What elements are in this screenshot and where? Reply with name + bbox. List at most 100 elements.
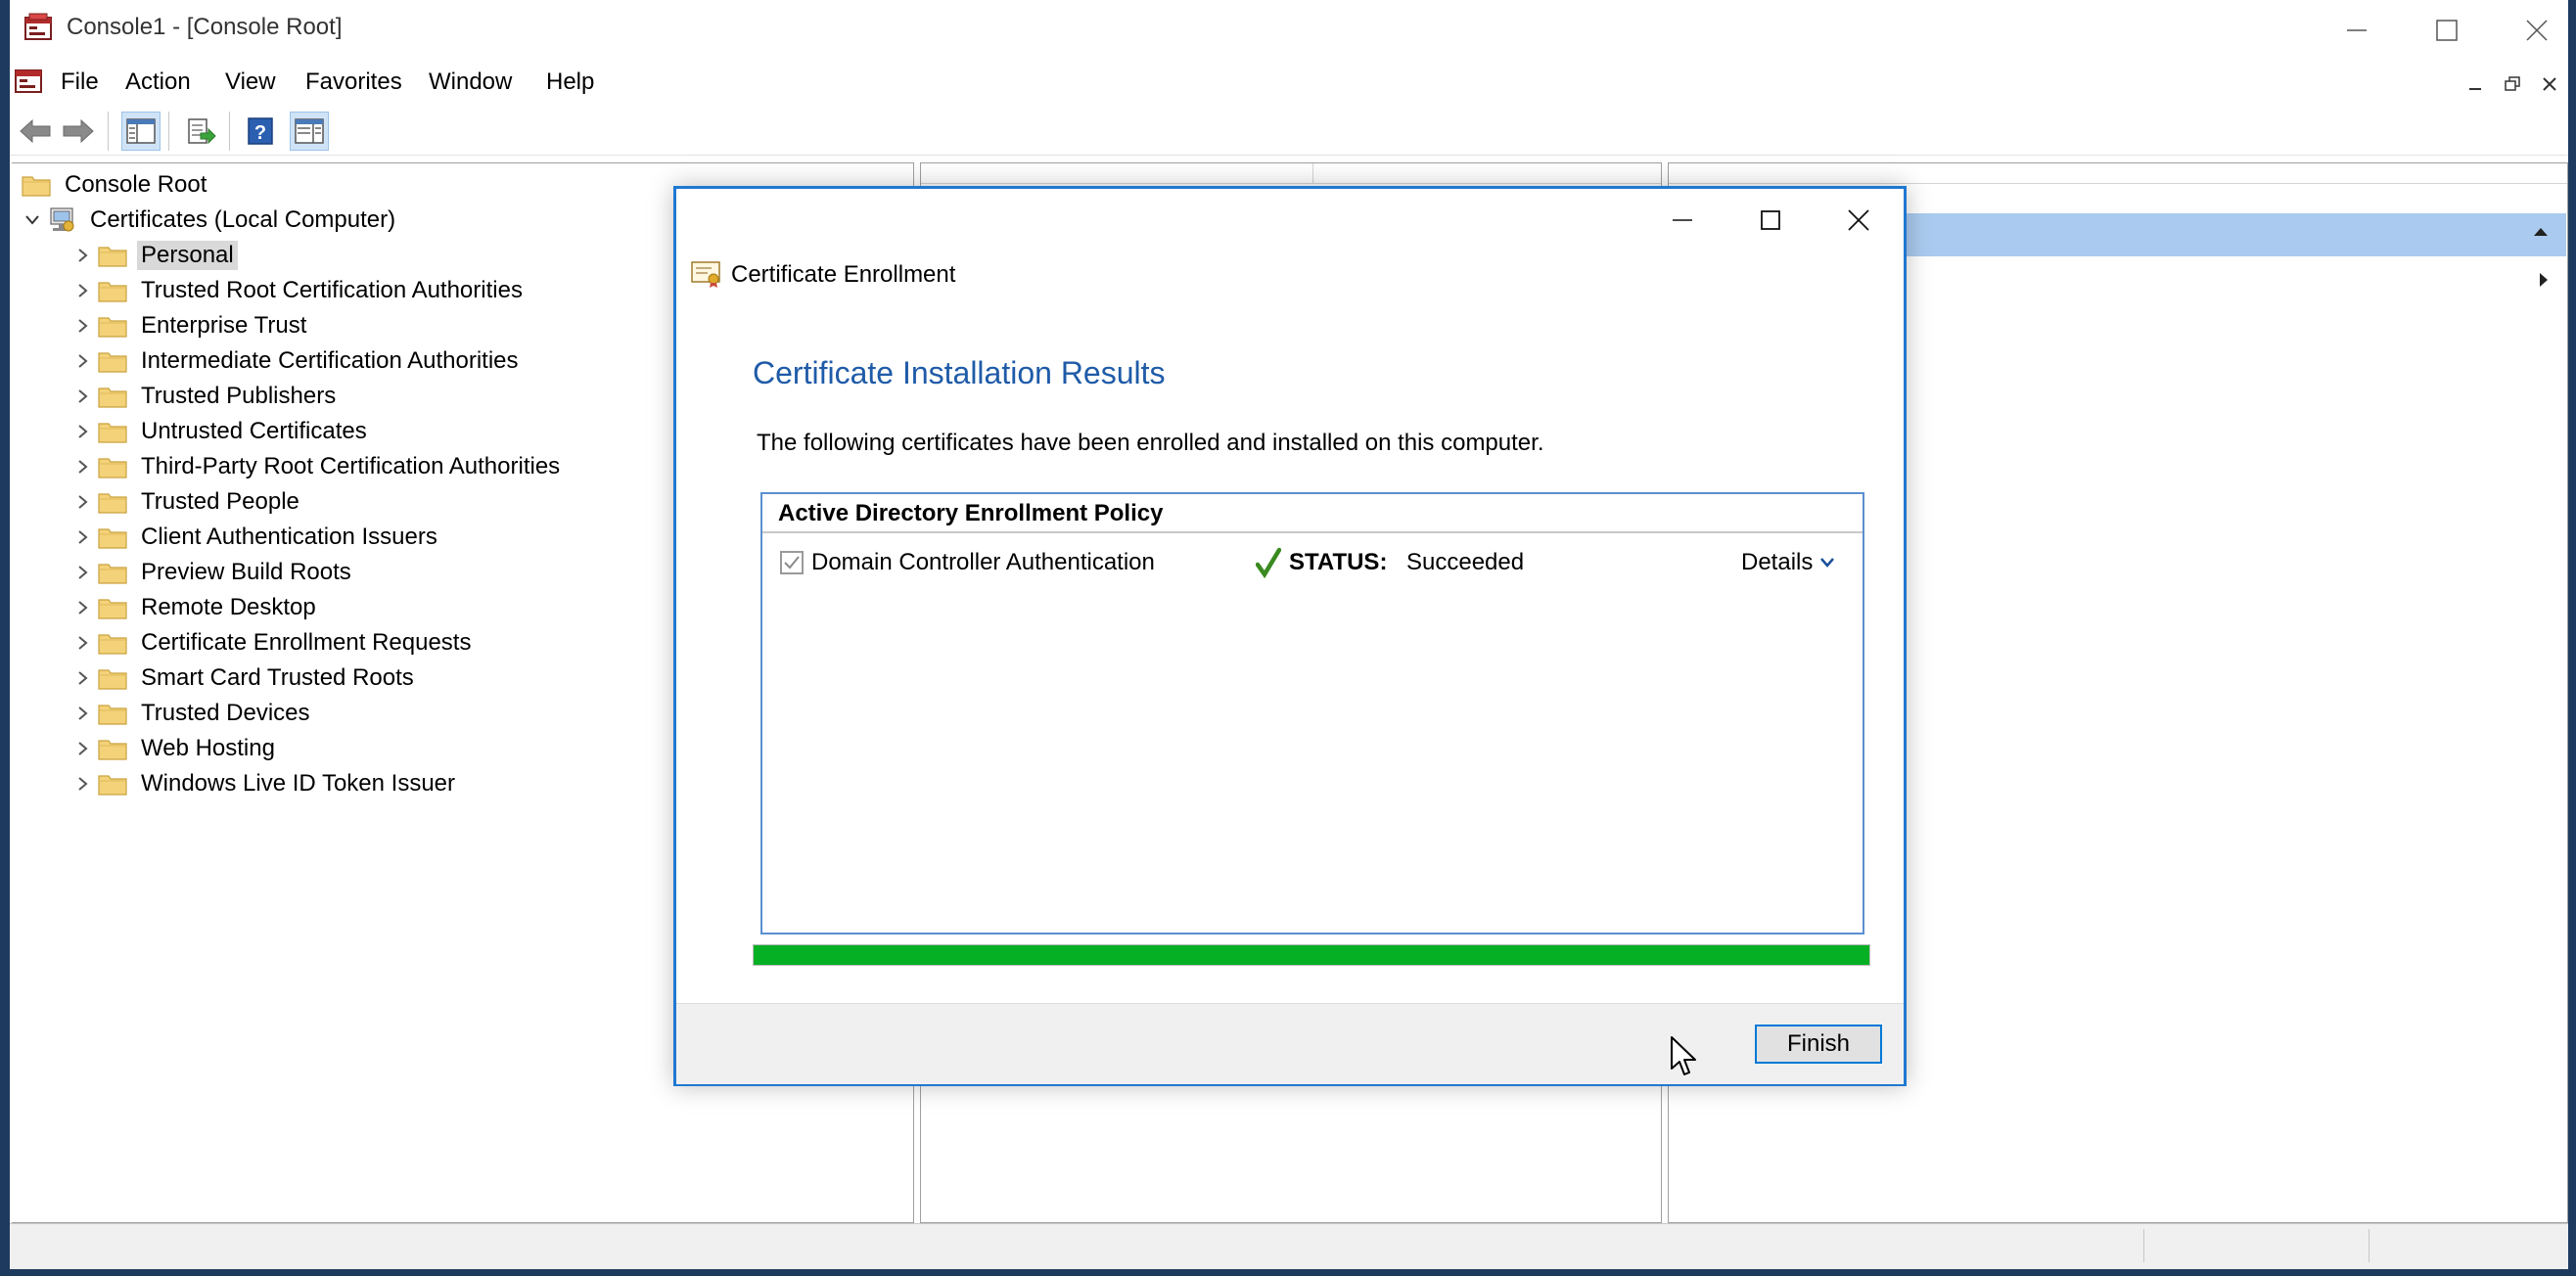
chevron-down-icon [1820, 558, 1835, 568]
tree-item-label: Enterprise Trust [141, 312, 307, 339]
folder-icon [96, 702, 129, 725]
chevron-right-icon[interactable] [70, 238, 96, 273]
dialog-maximize-button[interactable] [1727, 195, 1814, 246]
submenu-arrow-icon[interactable] [2539, 272, 2549, 288]
folder-icon [20, 173, 53, 197]
checkmark-icon [784, 556, 800, 570]
tree-item-label: Smart Card Trusted Roots [141, 664, 414, 691]
menu-action[interactable]: Action [119, 67, 197, 98]
chevron-right-icon[interactable] [70, 625, 96, 661]
tree-item-label: Certificate Enrollment Requests [141, 629, 472, 656]
installation-progress-bar [753, 944, 1870, 966]
chevron-right-icon[interactable] [70, 449, 96, 484]
folder-icon [96, 666, 129, 690]
folder-icon [96, 525, 129, 549]
certificate-name: Domain Controller Authentication [811, 549, 1155, 575]
folder-icon [96, 385, 129, 408]
policy-header: Active Directory Enrollment Policy [762, 494, 1863, 533]
chevron-right-icon[interactable] [70, 766, 96, 801]
close-icon [2526, 20, 2548, 41]
chevron-right-icon[interactable] [70, 308, 96, 343]
status-bar [10, 1223, 2568, 1269]
menu-window[interactable]: Window [423, 67, 518, 98]
tree-item-label: Untrusted Certificates [141, 418, 367, 444]
chevron-right-icon[interactable] [70, 414, 96, 449]
folder-icon [96, 490, 129, 514]
status-value: Succeeded [1406, 549, 1525, 575]
tree-item-label: Personal [137, 241, 238, 270]
minimize-icon [1673, 219, 1692, 221]
show-hide-tree-button[interactable] [121, 112, 161, 151]
console-doc-icon[interactable] [14, 65, 45, 96]
chevron-right-icon[interactable] [70, 379, 96, 414]
dialog-title: Certificate Enrollment [731, 261, 956, 288]
dialog-footer [676, 1003, 1904, 1084]
chevron-right-icon[interactable] [70, 273, 96, 308]
dialog-close-button[interactable] [1816, 195, 1902, 246]
back-arrow-icon [20, 118, 51, 144]
forward-button[interactable] [59, 112, 98, 151]
tree-item-label: Trusted People [141, 488, 299, 515]
folder-icon [96, 349, 129, 373]
folder-icon [96, 244, 129, 267]
status-bar-divider [2143, 1229, 2144, 1262]
chevron-right-icon[interactable] [70, 520, 96, 555]
chevron-right-icon[interactable] [70, 731, 96, 766]
toolbar-separator [108, 112, 109, 151]
finish-button[interactable]: Finish [1755, 1025, 1882, 1064]
mdi-close-button[interactable] [2533, 68, 2566, 100]
show-hide-tree-icon [126, 118, 156, 144]
chevron-right-icon[interactable] [70, 661, 96, 696]
chevron-right-icon[interactable] [70, 484, 96, 520]
certificate-checkbox[interactable] [780, 551, 804, 574]
minimize-button[interactable] [2312, 0, 2402, 61]
enrollment-policy-box: Active Directory Enrollment Policy Domai… [760, 492, 1864, 934]
tree-item-label: Trusted Devices [141, 700, 310, 726]
show-hide-action-pane-button[interactable] [290, 112, 329, 151]
export-list-button[interactable] [182, 112, 221, 151]
results-heading: Certificate Installation Results [753, 355, 1166, 390]
title-bar[interactable]: Console1 - [Console Root] [10, 0, 2568, 61]
folder-icon [96, 420, 129, 443]
details-label: Details [1741, 549, 1814, 575]
tree-item-label: Preview Build Roots [141, 559, 351, 585]
maximize-button[interactable] [2402, 0, 2492, 61]
close-button[interactable] [2492, 0, 2576, 61]
mouse-cursor-icon [1670, 1035, 1699, 1078]
show-hide-action-pane-icon [295, 118, 324, 144]
chevron-right-icon[interactable] [70, 343, 96, 379]
export-list-icon [188, 118, 216, 145]
close-icon [2543, 77, 2556, 91]
certificate-enrollment-dialog[interactable]: Certificate Enrollment Certificate Insta… [673, 186, 1907, 1086]
help-button[interactable]: ? [241, 112, 280, 151]
folder-icon [96, 596, 129, 619]
success-check-icon [1256, 547, 1281, 578]
certificate-icon [690, 259, 723, 289]
menu-favorites[interactable]: Favorites [299, 67, 408, 98]
dialog-minimize-button[interactable] [1639, 195, 1725, 246]
chevron-down-icon[interactable] [20, 203, 45, 238]
folder-icon [96, 279, 129, 302]
back-button[interactable] [16, 112, 55, 151]
folder-icon [96, 314, 129, 338]
chevron-right-icon[interactable] [70, 696, 96, 731]
mdi-restore-button[interactable] [2496, 68, 2529, 100]
mdi-minimize-button[interactable] [2459, 68, 2492, 100]
folder-icon [96, 737, 129, 760]
tree-item-label: Console Root [65, 171, 207, 198]
list-column-header[interactable] [921, 163, 1661, 184]
tree-item-label: Third-Party Root Certification Authoriti… [141, 453, 561, 479]
actions-header [1669, 163, 2567, 184]
minimize-icon [2347, 29, 2367, 31]
chevron-right-icon[interactable] [70, 590, 96, 625]
chevron-right-icon[interactable] [70, 555, 96, 590]
progress-fill [754, 945, 1869, 965]
menu-file[interactable]: File [55, 67, 105, 98]
column-divider[interactable] [1312, 163, 1313, 183]
tree-item-label: Trusted Root Certification Authorities [141, 277, 523, 303]
menu-view[interactable]: View [219, 67, 282, 98]
collapse-up-icon[interactable] [2533, 227, 2549, 237]
details-toggle[interactable]: Details [1741, 549, 1835, 576]
menu-help[interactable]: Help [540, 67, 600, 98]
mmc-app-icon[interactable] [23, 12, 55, 43]
